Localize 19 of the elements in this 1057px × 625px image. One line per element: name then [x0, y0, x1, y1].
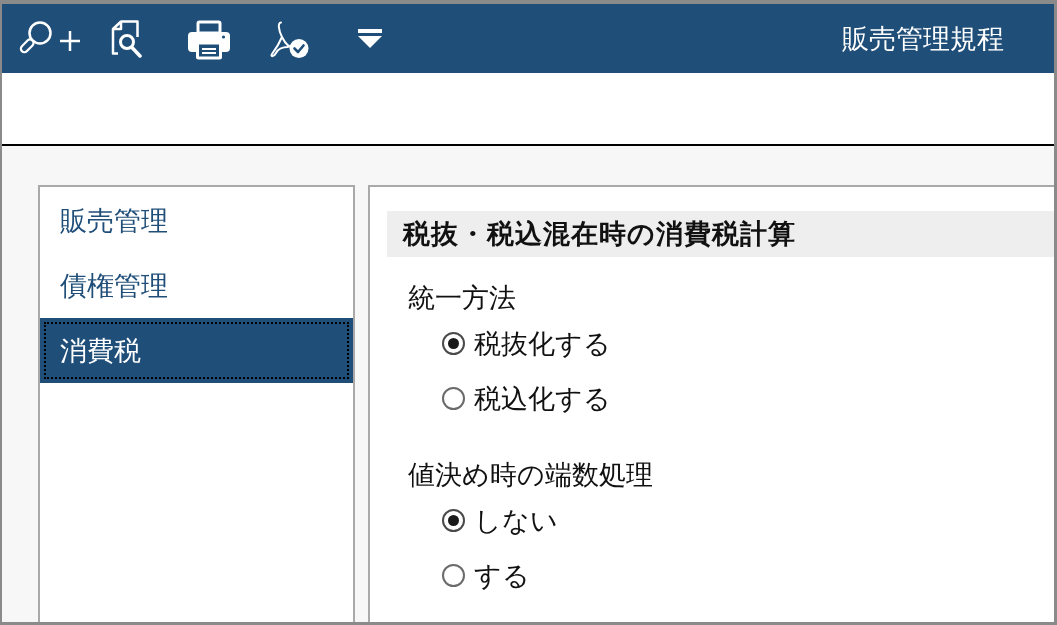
radio-button[interactable]: [442, 564, 465, 587]
option-label[interactable]: 税込化する: [474, 380, 611, 417]
group-label: 統一方法: [408, 281, 516, 315]
pdf-check-icon[interactable]: [268, 19, 309, 58]
option-label[interactable]: しない: [474, 502, 558, 539]
sidebar-item[interactable]: 消費税: [40, 318, 353, 383]
option-label[interactable]: 税抜化する: [474, 325, 611, 362]
radio-button[interactable]: [442, 387, 465, 410]
group-label: 値決め時の端数処理: [408, 458, 653, 492]
radio-button[interactable]: [442, 332, 465, 355]
section-header: 税抜・税込混在時の消費税計算: [387, 211, 1054, 257]
sidebar-item[interactable]: 販売管理: [40, 188, 353, 253]
option-label[interactable]: する: [474, 557, 530, 594]
sidebar-item[interactable]: 債権管理: [40, 253, 353, 318]
radio-button[interactable]: [442, 509, 465, 532]
document-search-icon[interactable]: [110, 19, 143, 58]
app-title: 販売管理規程: [842, 21, 1004, 56]
print-icon[interactable]: [188, 19, 230, 60]
menu-caret-icon[interactable]: [358, 28, 382, 49]
